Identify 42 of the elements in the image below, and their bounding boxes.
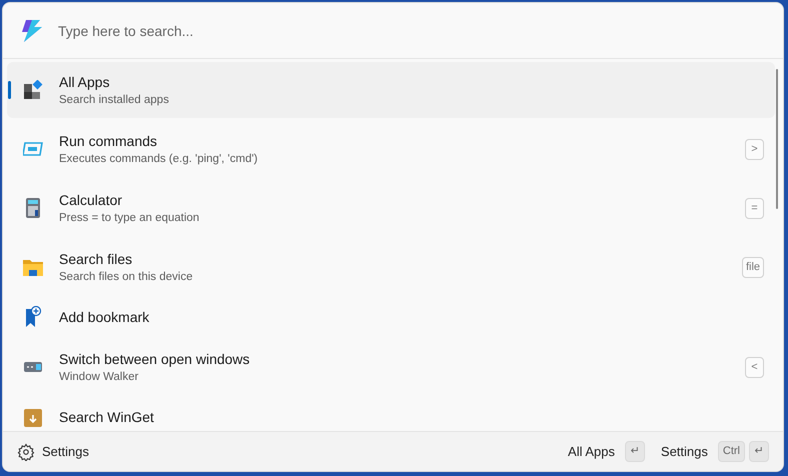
terminal-icon bbox=[23, 141, 43, 157]
item-subtitle: Press = to type an equation bbox=[59, 211, 200, 226]
settings-button[interactable]: Settings bbox=[17, 442, 89, 462]
key-cap: ↵ bbox=[749, 441, 769, 462]
shortcut-key: < bbox=[745, 356, 764, 378]
item-title: All Apps bbox=[59, 73, 111, 92]
app-tiles-icon bbox=[23, 80, 43, 100]
shortcut-key: = bbox=[745, 198, 764, 218]
settings-icon bbox=[17, 442, 35, 460]
package-icon bbox=[23, 407, 43, 427]
list-item[interactable]: Calculator Press = to type an equation = bbox=[7, 180, 775, 236]
shortcut-key: file bbox=[742, 256, 764, 278]
list-item[interactable]: All Apps Search installed apps bbox=[7, 62, 775, 118]
item-subtitle: Executes commands (e.g. 'ping', 'cmd') bbox=[59, 152, 259, 167]
item-title: Search WinGet bbox=[59, 408, 155, 427]
list-item[interactable]: Switch between open windows Window Walker < bbox=[7, 339, 775, 395]
list-item[interactable]: Add bookmark bbox=[7, 298, 775, 336]
item-title: Switch between open windows bbox=[59, 350, 251, 369]
item-title: Calculator bbox=[59, 191, 124, 210]
item-title: Search files bbox=[59, 250, 134, 269]
folder-icon bbox=[23, 258, 43, 276]
calculator-icon bbox=[25, 198, 41, 218]
search-field[interactable]: Type here to search... bbox=[58, 3, 783, 58]
selection-indicator bbox=[8, 81, 11, 99]
item-subtitle: Search files on this device bbox=[59, 270, 194, 285]
settings-label: Settings bbox=[42, 442, 89, 461]
list-item[interactable]: Search WinGet bbox=[7, 398, 775, 431]
scrollbar[interactable] bbox=[776, 69, 778, 209]
list-item[interactable]: Search files Search files on this device file bbox=[7, 239, 775, 295]
item-subtitle: Window Walker bbox=[59, 370, 140, 385]
list-item[interactable]: Run commands Executes commands (e.g. 'ping', 'cmd') > bbox=[7, 121, 775, 177]
shortcut-key: > bbox=[745, 138, 764, 160]
lightning-logo-icon bbox=[20, 20, 44, 42]
action-label[interactable]: All Apps bbox=[568, 442, 615, 462]
action-label[interactable]: Settings bbox=[660, 442, 708, 462]
item-title: Add bookmark bbox=[59, 308, 150, 327]
window-switch-icon bbox=[24, 362, 42, 372]
item-subtitle: Search installed apps bbox=[59, 93, 170, 108]
item-title: Run commands bbox=[59, 132, 158, 151]
key-cap: Ctrl bbox=[718, 441, 745, 462]
bookmark-plus-icon bbox=[24, 306, 42, 328]
key-cap: ↵ bbox=[624, 441, 645, 462]
